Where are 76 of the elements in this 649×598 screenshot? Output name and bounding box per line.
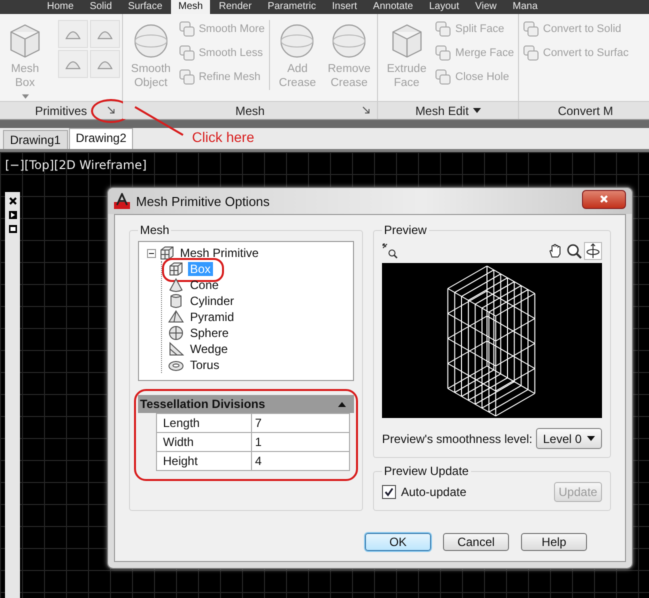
tree-item[interactable]: Cone	[188, 278, 221, 292]
caret-icon[interactable]	[472, 108, 481, 113]
tree-item[interactable]: Torus	[188, 358, 222, 372]
zoom-extents-icon[interactable]	[382, 243, 398, 259]
ribbon-tab[interactable]: View	[468, 0, 504, 14]
ribbon-tab[interactable]: Mesh	[171, 0, 210, 14]
stacked-squares-icon	[523, 21, 539, 37]
wedge-icon	[168, 341, 184, 357]
stacked-squares-icon	[178, 21, 195, 37]
property-name: Width	[157, 433, 252, 451]
ribbon-tab[interactable]: Parametric	[260, 0, 324, 14]
field-label: Preview's smoothness level:	[382, 432, 532, 446]
panel-title: Convert M	[558, 104, 614, 118]
cube-icon	[159, 245, 175, 261]
panel-icon[interactable]	[8, 224, 18, 234]
group-label: Preview Update	[383, 464, 470, 478]
close-icon	[599, 194, 609, 204]
property-name: Length	[157, 414, 252, 432]
sphere-icon	[168, 325, 184, 341]
section-title: Tessellation Divisions	[140, 397, 266, 411]
property-name: Height	[157, 452, 252, 470]
group-label: Mesh	[139, 223, 170, 237]
ribbon-tab[interactable]: Annotate	[366, 0, 420, 14]
dialog-launcher-icon[interactable]	[107, 106, 115, 114]
ribbon-tab[interactable]: Solid	[82, 0, 119, 14]
smoothness-dropdown[interactable]: Level 0	[536, 428, 602, 449]
property-value-field[interactable]: 1	[252, 433, 349, 451]
ribbon-tab[interactable]: Home	[40, 0, 81, 14]
property-value-field[interactable]: 4	[252, 452, 349, 470]
orbit-icon[interactable]	[584, 242, 602, 260]
pyramid-icon	[168, 309, 184, 325]
cone-icon	[168, 277, 184, 293]
dialog-button[interactable]: Help	[521, 533, 587, 551]
close-button[interactable]	[582, 190, 626, 208]
tree-item[interactable]: Cylinder	[188, 294, 236, 308]
cylinder-icon	[168, 293, 184, 309]
close-icon[interactable]	[8, 196, 18, 206]
checkbox[interactable]	[382, 485, 396, 499]
dialog-launcher-icon[interactable]	[362, 106, 370, 114]
cube-icon	[168, 261, 184, 277]
dialog-button[interactable]: OK	[365, 533, 431, 551]
ribbon-tab[interactable]: Layout	[422, 0, 466, 14]
panel-title: Mesh	[235, 104, 265, 118]
property-section-header[interactable]: Tessellation Divisions	[138, 395, 354, 413]
caret-icon[interactable]	[338, 402, 346, 406]
viewport-label[interactable]: [−][Top][2D Wireframe]	[5, 158, 147, 172]
app-icon	[114, 193, 130, 209]
panel-title: Primitives	[34, 104, 87, 118]
dialog-title: Mesh Primitive Options	[136, 194, 270, 208]
tree-item[interactable]: Sphere	[188, 326, 231, 340]
panel-title: Mesh Edit	[415, 104, 469, 118]
annotation-text: Click here	[190, 129, 256, 145]
play-icon[interactable]	[8, 210, 18, 220]
checkbox-label[interactable]: Auto-update	[401, 485, 466, 499]
highlight-ring	[162, 258, 224, 282]
group-label: Preview	[383, 223, 428, 237]
stacked-squares-icon	[435, 69, 452, 85]
ribbon-tab[interactable]: Render	[212, 0, 259, 14]
stacked-squares-icon	[435, 21, 452, 37]
ribbon-tab[interactable]: Mana	[506, 0, 545, 14]
ribbon-tab[interactable]: Insert	[325, 0, 364, 14]
tree-item[interactable]: Wedge	[188, 342, 230, 356]
property-value-field[interactable]: 7	[252, 414, 349, 432]
stacked-squares-icon	[178, 45, 195, 61]
stacked-squares-icon	[435, 45, 452, 61]
tree-item[interactable]: Pyramid	[188, 310, 236, 324]
search-icon[interactable]	[566, 243, 582, 259]
file-tab[interactable]: Drawing1	[3, 130, 68, 149]
collapse-icon[interactable]	[147, 248, 156, 258]
ribbon-tab[interactable]: Surface	[120, 0, 170, 14]
dialog-button[interactable]: Cancel	[443, 533, 509, 551]
stacked-squares-icon	[178, 69, 195, 85]
tree-item[interactable]: Mesh Primitive	[178, 246, 261, 260]
stacked-squares-icon	[523, 45, 539, 61]
file-tab[interactable]: Drawing2	[68, 128, 134, 149]
caret-icon	[587, 436, 595, 441]
